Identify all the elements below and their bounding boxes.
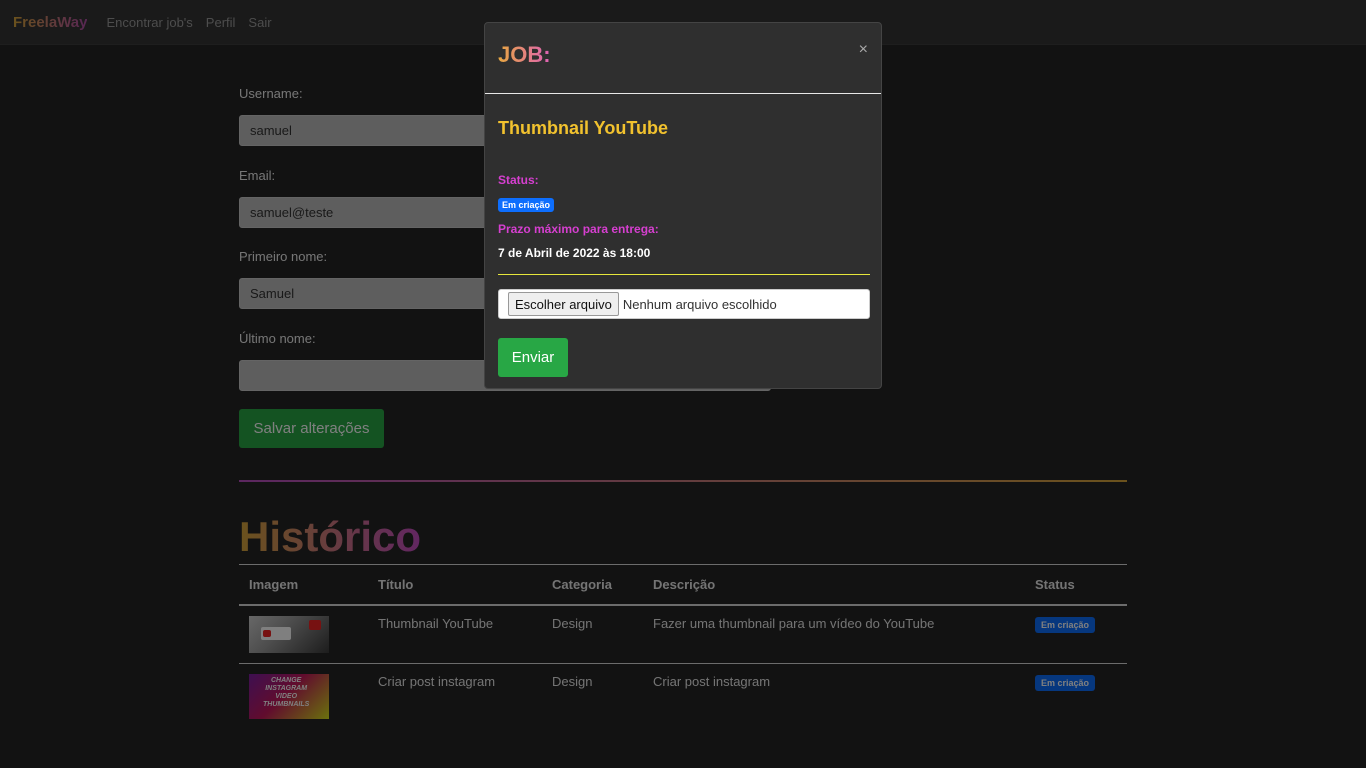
status-label: Status: bbox=[498, 173, 539, 187]
deadline-label: Prazo máximo para entrega: bbox=[498, 222, 659, 236]
send-button[interactable]: Enviar bbox=[498, 338, 568, 377]
modal-status-badge: Em criação bbox=[498, 198, 555, 212]
choose-file-button[interactable]: Escolher arquivo bbox=[508, 292, 619, 316]
job-title: Thumbnail YouTube bbox=[498, 118, 668, 138]
file-status-text: Nenhum arquivo escolhido bbox=[622, 296, 777, 312]
modal-title: JOB: bbox=[498, 42, 551, 67]
deadline-value: 7 de Abril de 2022 às 18:00 bbox=[498, 246, 651, 260]
job-modal: JOB: × Thumbnail YouTube Status: Em cria… bbox=[484, 22, 882, 389]
file-input[interactable]: Escolher arquivo Nenhum arquivo escolhid… bbox=[498, 289, 870, 319]
modal-header: JOB: × bbox=[485, 23, 881, 94]
close-icon[interactable]: × bbox=[859, 41, 868, 59]
modal-divider bbox=[498, 274, 870, 275]
